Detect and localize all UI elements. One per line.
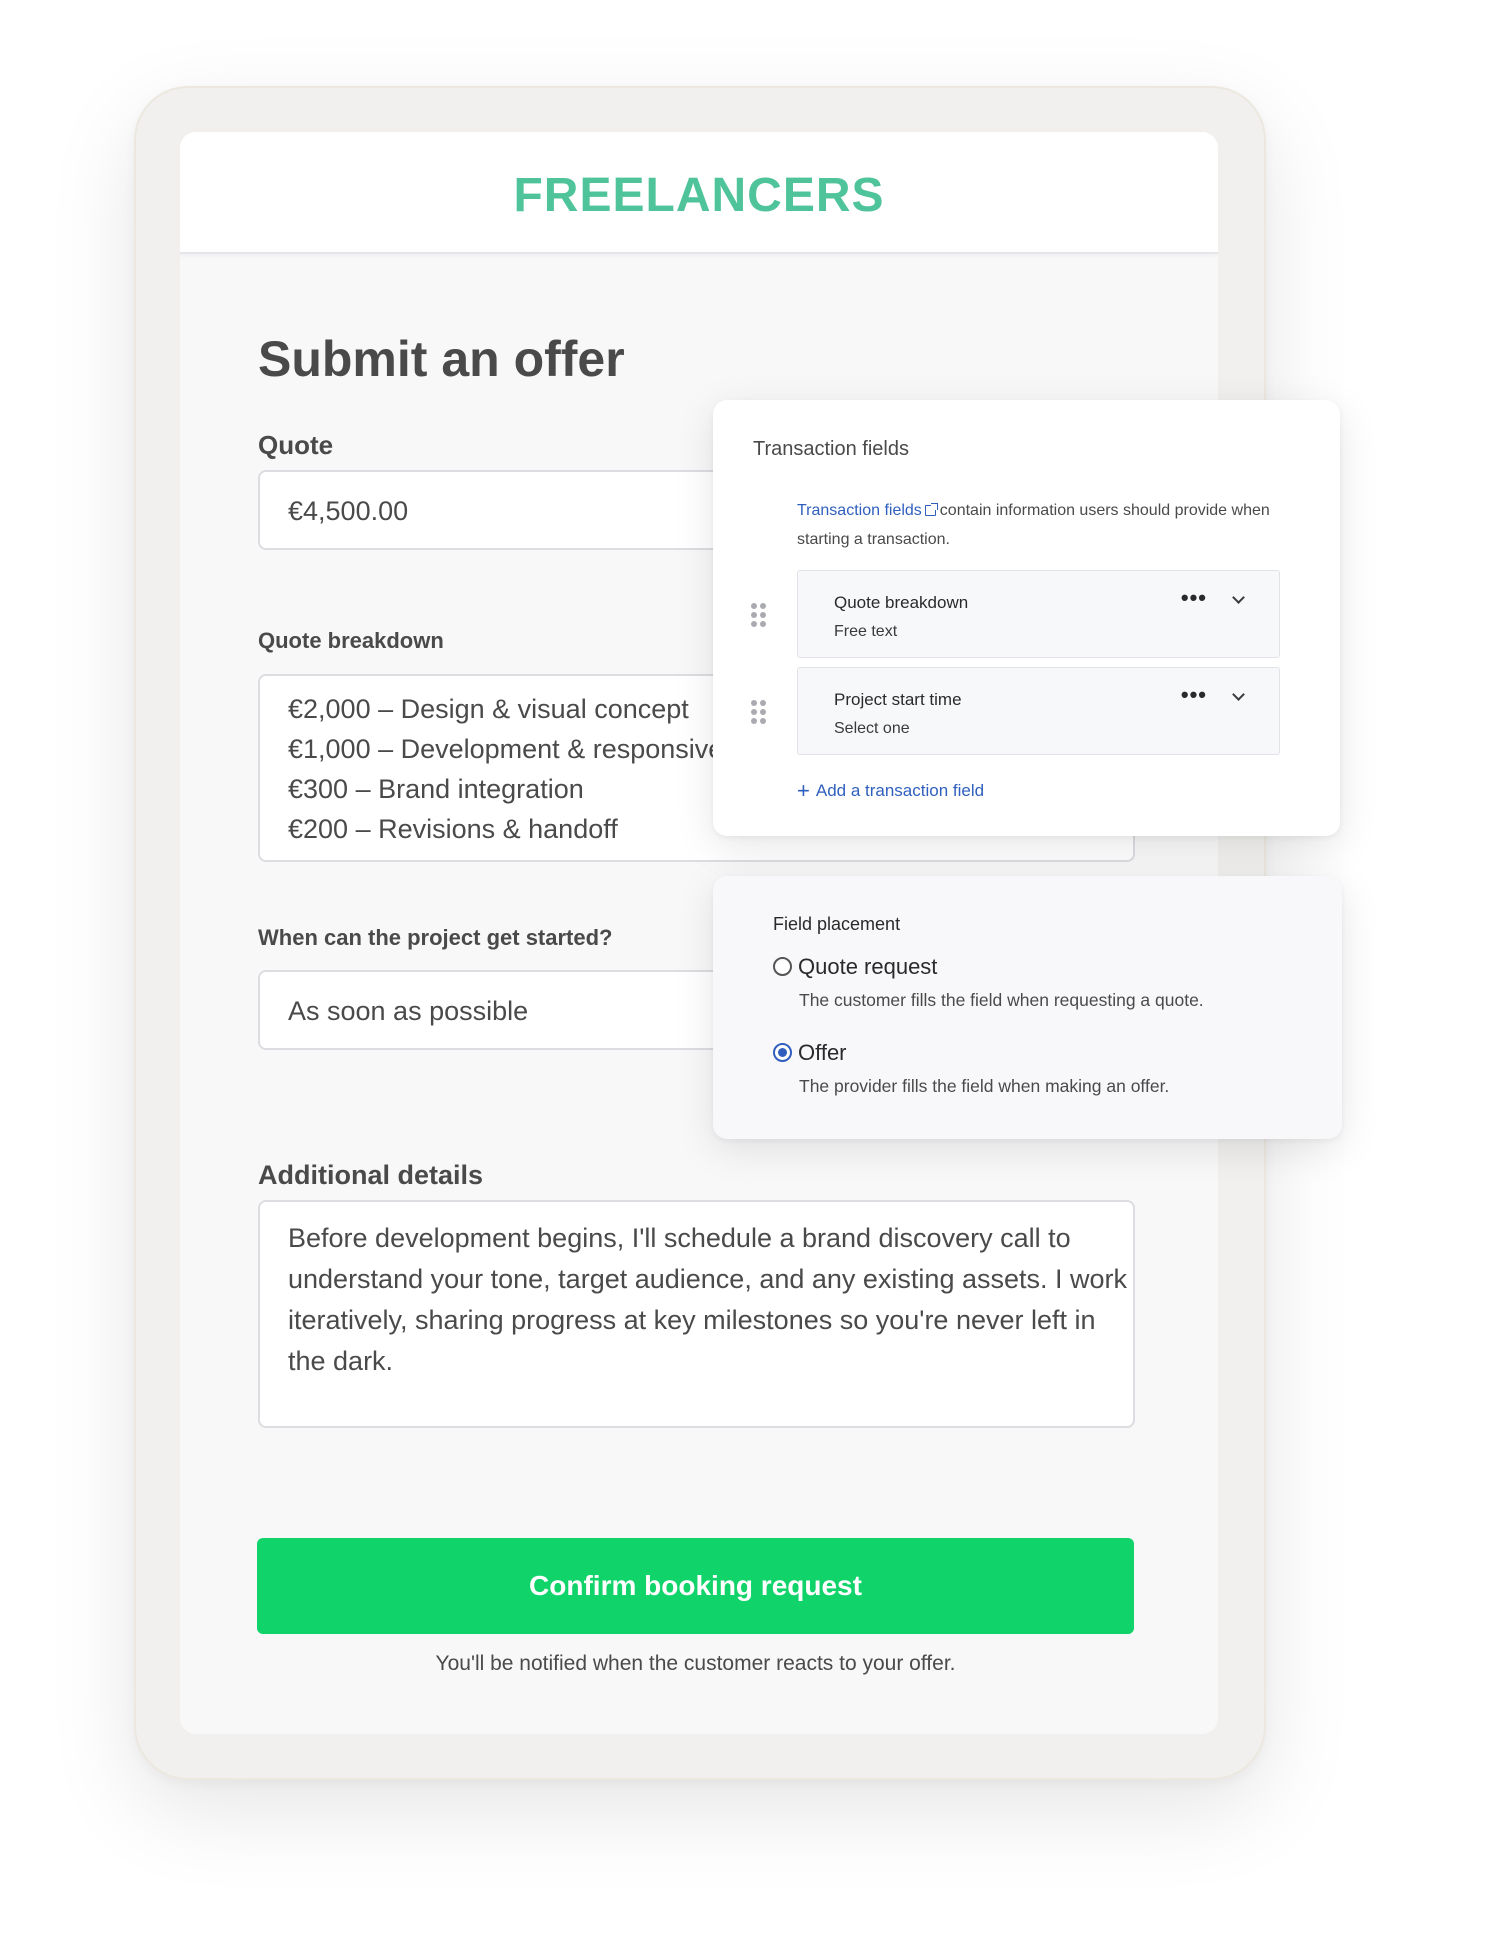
- panel-intro: Transaction fields contain information us…: [797, 496, 1297, 554]
- field-name: Quote breakdown: [834, 593, 969, 612]
- field-type: Select one: [834, 720, 910, 737]
- field-placement-panel: Field placement Quote request The custom…: [713, 876, 1342, 1139]
- confirm-note: You'll be notified when the customer rea…: [435, 1652, 956, 1675]
- plus-icon: +: [797, 778, 810, 803]
- quote-breakdown-label: Quote breakdown: [258, 628, 444, 653]
- radio-button[interactable]: [773, 957, 792, 976]
- field-type: Free text: [834, 623, 898, 640]
- top-bar: FREELANCERS: [180, 132, 1218, 254]
- chevron-down-icon[interactable]: [1232, 688, 1245, 701]
- field-name: Project start time: [834, 690, 962, 709]
- radio-label: Quote request: [798, 954, 938, 979]
- add-transaction-field-link[interactable]: + Add a transaction field: [797, 778, 984, 804]
- page-title: Submit an offer: [258, 331, 625, 387]
- breakdown-line: €300 – Brand integration: [288, 774, 584, 804]
- more-options-icon[interactable]: •••: [1181, 682, 1207, 708]
- brand-logo[interactable]: FREELANCERS: [180, 168, 1218, 223]
- additional-details-value: Before development begins, I'll schedule…: [288, 1223, 1128, 1376]
- more-options-icon[interactable]: •••: [1181, 585, 1207, 611]
- radio-description: The customer fills the field when reques…: [799, 990, 1204, 1010]
- field-placement-title: Field placement: [773, 914, 901, 934]
- additional-details-textarea[interactable]: Before development begins, I'll schedule…: [258, 1200, 1135, 1428]
- start-time-label: When can the project get started?: [258, 925, 613, 950]
- confirm-booking-button[interactable]: Confirm booking request: [257, 1538, 1134, 1634]
- external-link-icon: [924, 503, 938, 516]
- add-field-label: Add a transaction field: [815, 781, 985, 800]
- transaction-fields-panel: Transaction fields Transaction fields con…: [713, 400, 1340, 836]
- radio-description: The provider fills the field when making…: [799, 1076, 1170, 1096]
- panel-title: Transaction fields: [753, 438, 909, 460]
- quote-label: Quote: [258, 430, 334, 460]
- transaction-field-card[interactable]: Quote breakdown Free text •••: [797, 570, 1280, 658]
- breakdown-line: €2,000 – Design & visual concept: [288, 694, 689, 724]
- transaction-fields-link[interactable]: Transaction fields: [797, 502, 922, 519]
- start-time-value: As soon as possible: [288, 996, 529, 1026]
- breakdown-line: €200 – Revisions & handoff: [288, 814, 618, 844]
- drag-handle-icon[interactable]: [751, 603, 767, 627]
- quote-value: €4,500.00: [288, 496, 409, 526]
- chevron-down-icon[interactable]: [1232, 591, 1245, 604]
- additional-details-label: Additional details: [258, 1160, 484, 1190]
- drag-handle-icon[interactable]: [751, 700, 767, 724]
- radio-button-selected[interactable]: [773, 1043, 792, 1062]
- radio-label: Offer: [798, 1040, 847, 1065]
- transaction-field-card[interactable]: Project start time Select one •••: [797, 667, 1280, 755]
